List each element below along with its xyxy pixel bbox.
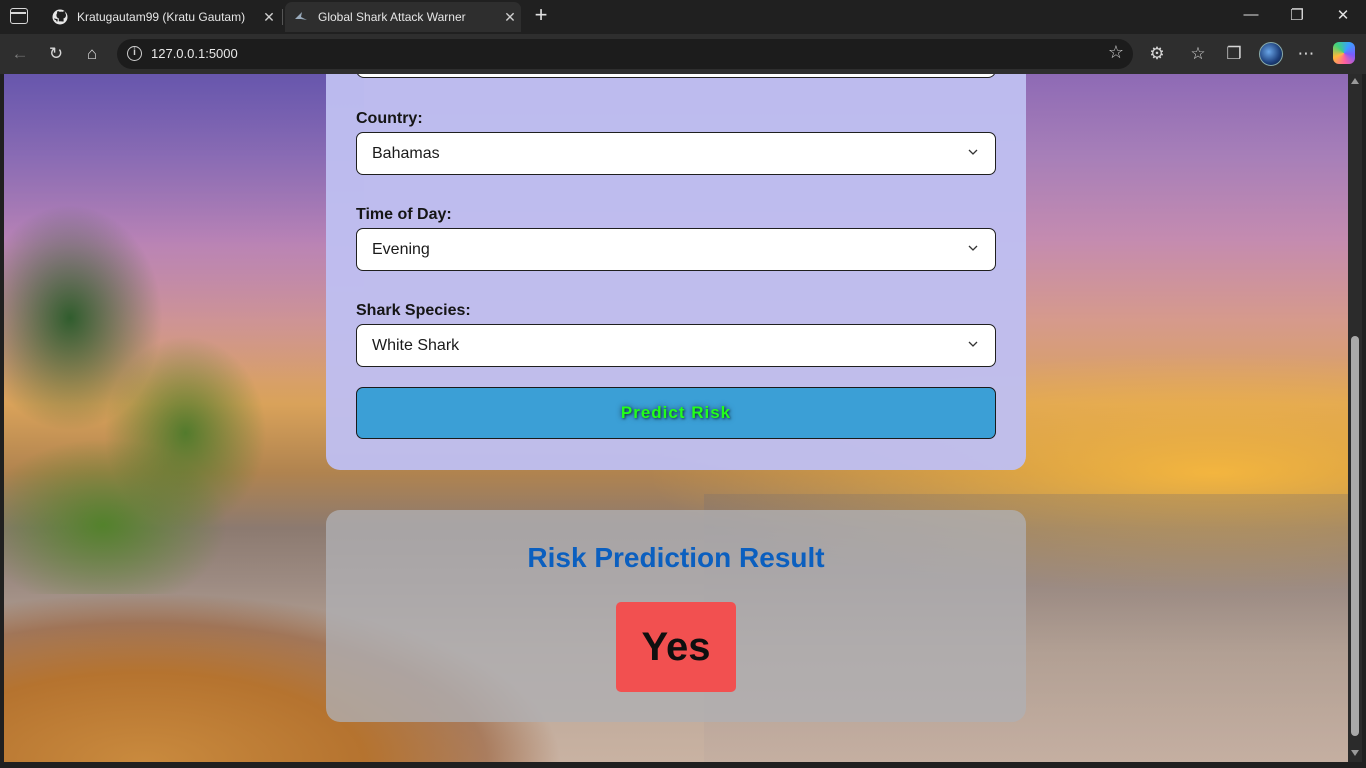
- copilot-icon[interactable]: [1333, 42, 1355, 64]
- tab-title: Kratugautam99 (Kratu Gautam): [77, 10, 246, 24]
- more-menu-icon[interactable]: ⋯: [1294, 42, 1318, 66]
- site-info-icon[interactable]: i: [127, 46, 142, 61]
- time-of-day-value: Evening: [372, 241, 430, 258]
- country-label: Country:: [356, 110, 423, 127]
- result-card: Risk Prediction Result Yes: [326, 510, 1026, 722]
- collections-icon[interactable]: ❐: [1222, 42, 1246, 66]
- tab-github[interactable]: Kratugautam99 (Kratu Gautam) ✕: [44, 2, 280, 32]
- browser-tab-bar: Kratugautam99 (Kratu Gautam) ✕ Global Sh…: [0, 0, 1366, 34]
- profile-avatar[interactable]: [1259, 42, 1283, 66]
- predict-risk-button[interactable]: Predict Risk: [356, 387, 996, 439]
- country-value: Bahamas: [372, 145, 440, 162]
- back-icon[interactable]: ←: [8, 42, 32, 66]
- page-viewport: Country: Bahamas Time of Day: Evening Sh…: [4, 74, 1348, 762]
- result-value-badge: Yes: [616, 602, 736, 692]
- scroll-up-icon[interactable]: [1351, 78, 1359, 84]
- url-text[interactable]: 127.0.0.1:5000: [151, 46, 238, 61]
- time-of-day-label: Time of Day:: [356, 206, 452, 223]
- home-icon[interactable]: ⌂: [80, 42, 104, 66]
- sidebar-toggle-icon[interactable]: [10, 8, 28, 24]
- tab-title: Global Shark Attack Warner: [318, 10, 466, 24]
- maximize-button[interactable]: ❐: [1282, 6, 1312, 24]
- chevron-down-icon: [968, 149, 978, 155]
- github-icon: [52, 9, 68, 25]
- scroll-thumb[interactable]: [1351, 336, 1359, 736]
- browser-toolbar: ← ↻ ⌂ i 127.0.0.1:5000 ☆ ⚙ ☆ ❐ ⋯: [0, 34, 1366, 74]
- chevron-down-icon: [968, 245, 978, 251]
- shark-species-select[interactable]: White Shark: [356, 324, 996, 367]
- close-icon[interactable]: ✕: [499, 9, 521, 26]
- tab-divider: [282, 9, 283, 25]
- country-select[interactable]: Bahamas: [356, 132, 996, 175]
- page-scrollbar[interactable]: [1348, 74, 1362, 762]
- scroll-down-icon[interactable]: [1351, 750, 1359, 756]
- result-title: Risk Prediction Result: [527, 542, 825, 573]
- time-of-day-select[interactable]: Evening: [356, 228, 996, 271]
- previous-input-field[interactable]: [356, 74, 996, 78]
- window-close-button[interactable]: ✕: [1328, 6, 1358, 24]
- shark-species-label: Shark Species:: [356, 302, 471, 319]
- extensions-icon[interactable]: ⚙: [1145, 42, 1169, 66]
- chevron-down-icon: [968, 341, 978, 347]
- minimize-button[interactable]: —: [1236, 6, 1266, 23]
- favorites-icon[interactable]: ☆: [1186, 42, 1210, 66]
- address-bar[interactable]: i 127.0.0.1:5000 ☆: [117, 39, 1133, 69]
- favorite-star-icon[interactable]: ☆: [1108, 42, 1124, 63]
- tab-shark-warner[interactable]: Global Shark Attack Warner ✕: [285, 2, 521, 32]
- prediction-form-card: Country: Bahamas Time of Day: Evening Sh…: [326, 74, 1026, 470]
- new-tab-button[interactable]: +: [530, 4, 552, 28]
- shark-species-value: White Shark: [372, 337, 460, 354]
- reload-icon[interactable]: ↻: [44, 42, 68, 66]
- window-bottom-edge: [0, 762, 1366, 768]
- close-icon[interactable]: ✕: [258, 9, 280, 26]
- shark-icon: [293, 9, 309, 25]
